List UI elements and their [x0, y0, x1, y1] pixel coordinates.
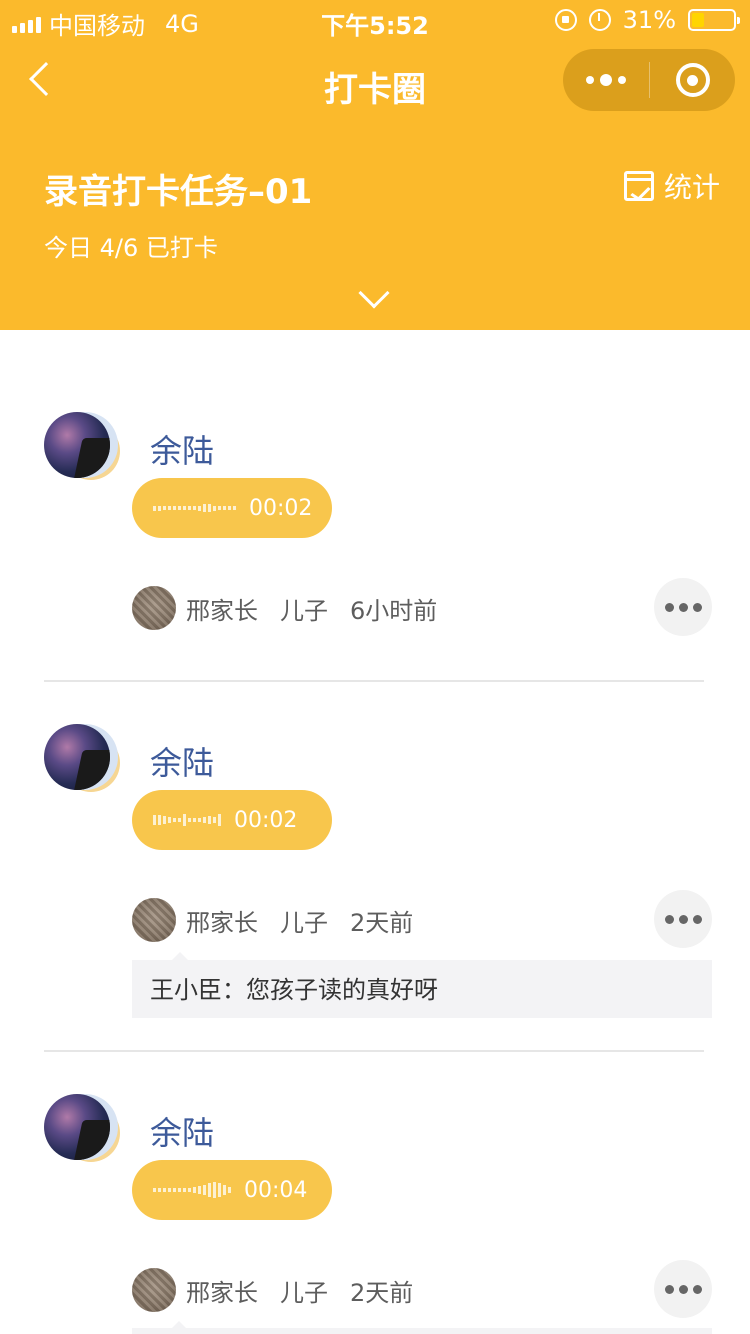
voice-message-button[interactable]: 00:02 [132, 478, 332, 538]
poster-name[interactable]: 余陆 [150, 426, 214, 472]
poster-name[interactable]: 余陆 [150, 1108, 214, 1154]
nav-bar: 打卡圈 [0, 40, 750, 126]
post-meta: 邢家长 儿子 2天前 [132, 898, 413, 942]
comment-text[interactable]: 王小臣：您孩子读的真好呀 [132, 952, 712, 1018]
parent-avatar [132, 898, 176, 942]
status-bar: 中国移动 4G 下午5:52 31% [0, 0, 750, 40]
parent-name: 邢家长 [186, 908, 258, 937]
divider [44, 680, 704, 682]
voice-duration: 00:02 [249, 495, 313, 521]
post-more-button[interactable] [654, 1260, 712, 1318]
waveform-icon [153, 500, 236, 516]
calendar-chart-icon [623, 171, 654, 201]
rotation-lock-icon [554, 9, 577, 31]
post-meta: 邢家长 儿子 6小时前 [132, 586, 437, 630]
battery-icon [688, 9, 740, 31]
post-more-button[interactable] [654, 578, 712, 636]
poster-avatar[interactable] [44, 724, 120, 794]
task-status: 今日 4/6 已打卡 [44, 234, 218, 262]
relation-label: 儿子 [280, 908, 328, 937]
more-dots-icon[interactable] [563, 49, 649, 111]
alarm-icon [588, 9, 611, 31]
stats-label: 统计 [663, 171, 720, 204]
post-more-button[interactable] [654, 890, 712, 948]
target-circle-icon[interactable] [650, 49, 735, 111]
parent-avatar [132, 586, 176, 630]
poster-name[interactable]: 余陆 [150, 738, 214, 784]
stats-button[interactable]: 统计 [623, 166, 720, 206]
battery-percent: 31% [622, 6, 676, 34]
waveform-icon [153, 812, 221, 828]
poster-avatar[interactable] [44, 1094, 120, 1164]
post-meta: 邢家长 儿子 2天前 [132, 1268, 413, 1312]
poster-avatar[interactable] [44, 412, 120, 482]
voice-duration: 00:02 [234, 807, 298, 833]
voice-duration: 00:04 [244, 1177, 308, 1203]
parent-name: 邢家长 [186, 1278, 258, 1307]
post-time: 2天前 [350, 908, 414, 937]
voice-message-button[interactable]: 00:02 [132, 790, 332, 850]
divider [44, 1050, 704, 1052]
relation-label: 儿子 [280, 1278, 328, 1307]
post-time: 2天前 [350, 1278, 414, 1307]
voice-message-button[interactable]: 00:04 [132, 1160, 332, 1220]
battery-fill [692, 13, 705, 27]
header: 中国移动 4G 下午5:52 31% 打卡圈 录音打卡任务–01 今日 4/6 … [0, 0, 750, 330]
post-time: 6小时前 [350, 596, 438, 625]
mini-program-capsule [563, 49, 735, 111]
task-title: 录音打卡任务–01 [44, 172, 313, 212]
parent-name: 邢家长 [186, 596, 258, 625]
comment-box-partial [132, 1321, 712, 1334]
parent-avatar [132, 1268, 176, 1312]
relation-label: 儿子 [280, 596, 328, 625]
waveform-icon [153, 1182, 231, 1198]
chevron-down-icon[interactable] [358, 277, 390, 309]
